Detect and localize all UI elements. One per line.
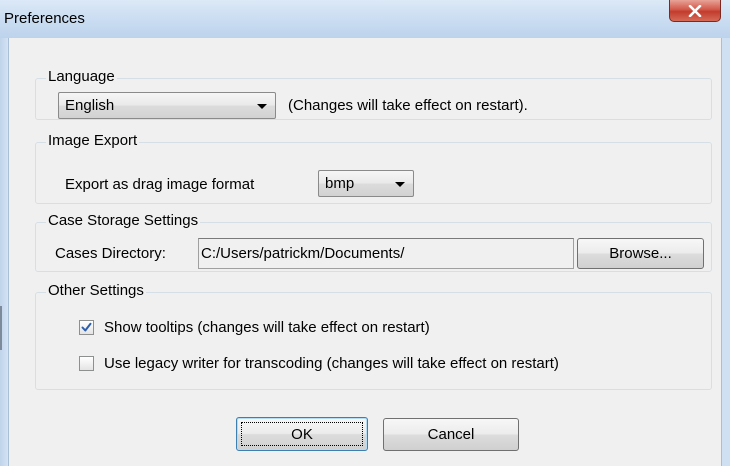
other-settings-group-title: Other Settings [46, 282, 146, 300]
cases-directory-label: Cases Directory: [55, 245, 166, 262]
chevron-down-icon [395, 182, 405, 187]
legacy-writer-label[interactable]: Use legacy writer for transcoding (chang… [104, 355, 559, 372]
export-format-select[interactable]: bmp [318, 170, 414, 197]
image-export-group-title: Image Export [46, 132, 140, 150]
close-button[interactable] [669, 0, 721, 22]
legacy-writer-checkbox[interactable] [79, 356, 94, 371]
browse-button[interactable]: Browse... [577, 238, 704, 269]
language-selected-value: English [65, 97, 115, 114]
window-title: Preferences [4, 10, 85, 27]
close-icon [688, 4, 702, 17]
border-mark [0, 306, 2, 350]
window-left-border [0, 38, 8, 466]
language-group-title: Language [46, 68, 117, 86]
cases-directory-input[interactable]: C:/Users/patrickm/Documents/ [198, 238, 574, 269]
other-settings-group: Other Settings [35, 282, 712, 390]
ok-button[interactable]: OK [236, 417, 368, 451]
focus-ring [241, 422, 363, 446]
cancel-button[interactable]: Cancel [383, 418, 519, 451]
show-tooltips-checkbox[interactable] [79, 320, 94, 335]
export-format-selected-value: bmp [325, 175, 355, 192]
checkmark-icon [81, 322, 92, 332]
show-tooltips-label[interactable]: Show tooltips (changes will take effect … [104, 319, 430, 336]
chevron-down-icon [257, 104, 267, 109]
case-storage-group-title: Case Storage Settings [46, 212, 201, 230]
language-select[interactable]: English [58, 92, 276, 119]
export-format-label: Export as drag image format [65, 176, 255, 193]
preferences-dialog: Preferences Language English (Changes wi… [0, 0, 730, 466]
title-bar: Preferences [0, 0, 730, 38]
language-restart-note: (Changes will take effect on restart). [288, 97, 528, 114]
